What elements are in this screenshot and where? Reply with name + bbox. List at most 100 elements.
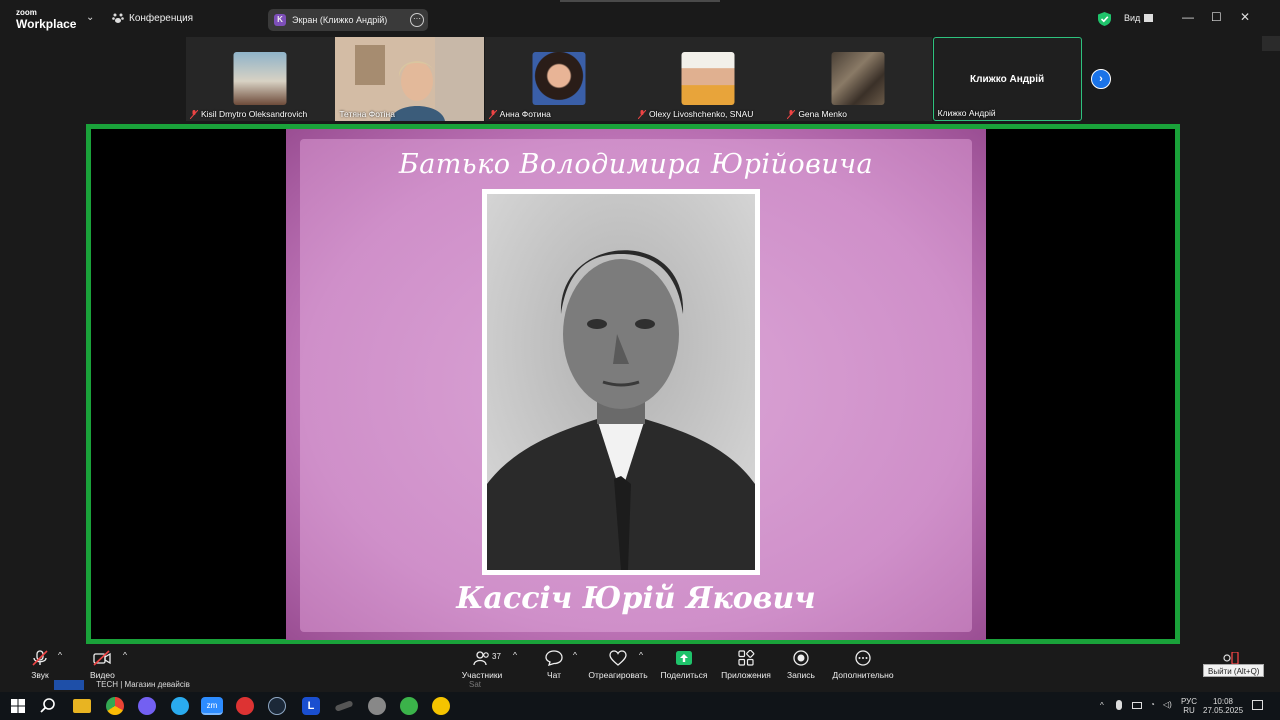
maximize-icon[interactable]: ☐ xyxy=(1211,10,1222,24)
tray-expand-icon[interactable]: ^ xyxy=(1100,701,1104,710)
chat-bubble-icon xyxy=(545,650,563,666)
search-icon[interactable] xyxy=(39,697,57,715)
participants-icon xyxy=(473,651,489,666)
zoom-taskbar-icon[interactable]: zm xyxy=(201,697,223,715)
title-bar: zoom Workplace ⌄ Конференция K Экран (Кл… xyxy=(0,0,1280,36)
video-off-icon xyxy=(93,650,111,666)
participant-tile[interactable]: Gena Menko xyxy=(783,37,933,121)
next-page-button[interactable]: › xyxy=(1091,69,1111,89)
chrome-icon[interactable] xyxy=(106,697,124,715)
drag-handle[interactable] xyxy=(560,0,720,2)
participant-strip: Kisil Dmytro Oleksandrovich Тетяна Фотін… xyxy=(186,37,1082,121)
portrait-image xyxy=(487,194,755,570)
meeting-toolbar: Звук ^ Видео ^ Участники 37 ^ Чат ^ Отре… xyxy=(0,646,1280,684)
participant-tile[interactable]: Kisil Dmytro Oleksandrovich xyxy=(186,37,335,121)
record-label: Запись xyxy=(787,670,815,680)
utorrent-icon[interactable] xyxy=(400,697,418,715)
slide-title: Батько Володимира Юрійовича xyxy=(398,149,874,180)
zoom-app-window: zoom Workplace ⌄ Конференция K Экран (Кл… xyxy=(0,0,1280,720)
participant-name-tag: Gena Menko xyxy=(787,109,847,119)
audio-options-chevron-icon[interactable]: ^ xyxy=(58,650,62,660)
zoom-logo[interactable]: zoom Workplace xyxy=(16,8,77,31)
app-icon-red[interactable] xyxy=(236,697,254,715)
more-button[interactable]: Дополнительно xyxy=(832,650,894,680)
participant-tile-active-speaker[interactable]: Клижко Андрій Клижко Андрій xyxy=(932,37,1082,121)
language-top: РУС xyxy=(1180,697,1198,706)
share-screen-button[interactable]: Поделиться xyxy=(660,650,708,680)
volume-icon[interactable]: ◁) xyxy=(1163,700,1172,709)
participants-options-chevron-icon[interactable]: ^ xyxy=(513,650,517,660)
view-button[interactable]: Вид xyxy=(1124,13,1154,23)
participant-video xyxy=(681,52,735,105)
wifi-icon[interactable]: ◔ xyxy=(1150,700,1155,709)
viber-icon[interactable] xyxy=(138,697,156,715)
video-button[interactable]: Видео xyxy=(90,650,115,680)
close-icon[interactable]: ✕ xyxy=(1240,10,1250,24)
video-label: Видео xyxy=(90,670,115,680)
leave-meeting-icon[interactable] xyxy=(1220,652,1240,664)
mic-muted-icon xyxy=(488,109,497,119)
logo-workplace-text: Workplace xyxy=(16,17,77,31)
more-options-icon[interactable]: ··· xyxy=(410,13,424,27)
record-button[interactable]: Запись xyxy=(786,650,816,680)
participant-video xyxy=(831,52,885,105)
mic-muted-icon xyxy=(787,109,796,119)
mic-muted-icon xyxy=(190,109,198,119)
app-icon-yellow[interactable] xyxy=(432,697,450,715)
participant-name: Клижко Андрій xyxy=(937,108,996,118)
background-window-day: Sat xyxy=(469,680,482,689)
react-label: Отреагировать xyxy=(588,670,648,680)
steam-icon[interactable] xyxy=(268,697,286,715)
participant-name-tag: Olexy Livoshchenko, SNAU xyxy=(637,109,753,119)
apps-label: Приложения xyxy=(721,670,771,680)
notifications-icon[interactable] xyxy=(1252,700,1263,710)
participant-tile[interactable]: Тетяна Фотіна xyxy=(335,37,485,121)
participant-tile[interactable]: Анна Фотина xyxy=(484,37,634,121)
participant-video xyxy=(233,52,287,105)
participant-name-tag: Kisil Dmytro Oleksandrovich xyxy=(190,109,307,119)
microphone-tray-icon[interactable] xyxy=(1116,700,1122,710)
portrait-photo xyxy=(482,189,760,575)
background-window-strip: TECH | Магазин девайсів Sat xyxy=(54,680,481,690)
react-options-chevron-icon[interactable]: ^ xyxy=(639,650,643,660)
grid-view-icon xyxy=(1144,14,1154,22)
clock[interactable]: 10:08 27.05.2025 xyxy=(1203,697,1243,715)
screen-share-pill[interactable]: K Экран (Клижко Андрій) ··· xyxy=(268,9,428,31)
app-icon-pen[interactable] xyxy=(334,700,354,712)
logo-zoom-text: zoom xyxy=(16,8,37,17)
participant-tile[interactable]: Olexy Livoshchenko, SNAU xyxy=(633,37,783,121)
windows-taskbar: zm L ^ ◔ ◁) РУС RU 10:08 27.05.2025 xyxy=(0,692,1280,720)
chat-options-chevron-icon[interactable]: ^ xyxy=(573,650,577,660)
chat-button[interactable]: Чат xyxy=(544,650,564,680)
more-label: Дополнительно xyxy=(832,670,894,680)
app-icon-l[interactable]: L xyxy=(302,697,320,715)
participant-name-tag: Анна Фотина xyxy=(488,109,551,119)
clock-time: 10:08 xyxy=(1212,697,1234,706)
chat-label: Чат xyxy=(546,670,562,680)
chevron-down-icon[interactable]: ⌄ xyxy=(86,12,94,23)
video-options-chevron-icon[interactable]: ^ xyxy=(123,650,127,660)
participant-name: Тетяна Фотіна xyxy=(339,109,395,119)
app-icon-gray[interactable] xyxy=(368,697,386,715)
windows-start-icon[interactable] xyxy=(9,697,27,715)
background-window-title: TECH | Магазин девайсів xyxy=(96,680,190,689)
minimize-icon[interactable]: — xyxy=(1182,10,1194,24)
apps-grid-icon xyxy=(738,649,755,666)
language-indicator[interactable]: РУС RU xyxy=(1180,697,1198,715)
participant-name: Kisil Dmytro Oleksandrovich xyxy=(201,109,308,119)
record-icon xyxy=(793,650,809,666)
audio-button[interactable]: Звук xyxy=(30,650,50,680)
conference-button[interactable]: Конференция xyxy=(112,12,193,24)
shield-check-icon[interactable] xyxy=(1098,12,1111,26)
mic-muted-icon xyxy=(32,650,48,666)
participant-name: Анна Фотина xyxy=(499,109,551,119)
battery-icon[interactable] xyxy=(1132,702,1142,709)
telegram-icon[interactable] xyxy=(171,697,189,715)
apps-button[interactable]: Приложения xyxy=(720,649,772,680)
share-up-arrow-icon xyxy=(676,651,692,665)
clock-date: 27.05.2025 xyxy=(1203,706,1244,715)
participants-count: 37 xyxy=(492,652,501,661)
file-explorer-icon[interactable] xyxy=(73,699,91,713)
conference-label: Конференция xyxy=(129,12,194,24)
language-bottom: RU xyxy=(1183,706,1195,715)
